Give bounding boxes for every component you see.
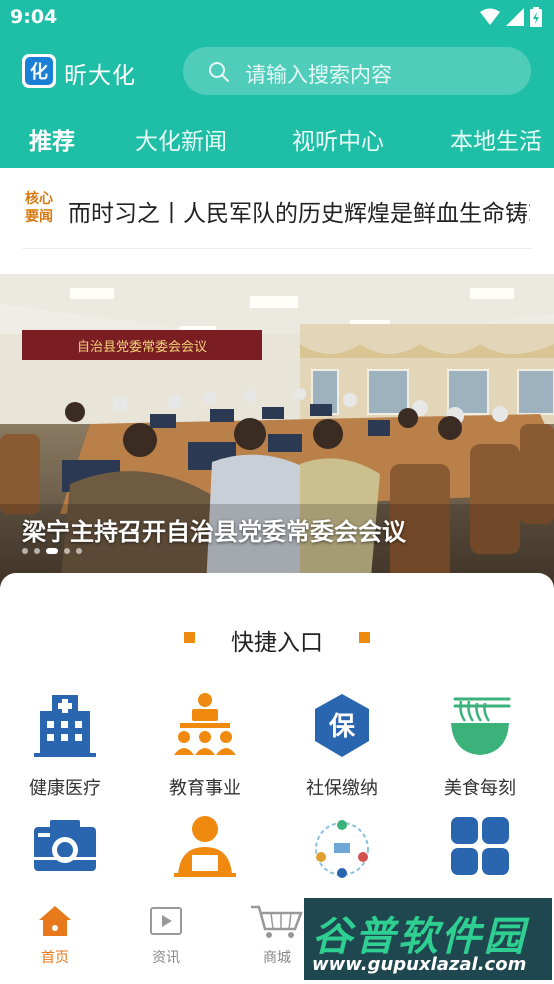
app-logo[interactable]: 化 bbox=[22, 54, 56, 88]
carousel-dot[interactable] bbox=[76, 548, 82, 554]
channel-tabs: 推荐 大化新闻 视听中心 本地生活 bbox=[0, 116, 554, 160]
watermark-url: www.gupuxlazal.com bbox=[312, 954, 527, 975]
meeting-room-sign: 自治县党委常委会会议 bbox=[77, 340, 207, 355]
quick-entry-title: 快捷入口 bbox=[231, 630, 323, 656]
entry-label: 社保缴纳 bbox=[306, 778, 378, 799]
app-header: 化 昕大化 请输入搜索内容 bbox=[0, 42, 554, 100]
search-icon bbox=[209, 62, 229, 82]
search-placeholder: 请输入搜索内容 bbox=[245, 63, 392, 87]
core-news-headline[interactable]: 而时习之丨人民军队的历史辉煌是鲜血生命铸就的 bbox=[68, 194, 530, 228]
entry-health-medical[interactable]: 健康医疗 bbox=[5, 691, 125, 800]
nav-home[interactable]: 首页 bbox=[15, 903, 95, 967]
entry-education[interactable]: 教育事业 bbox=[145, 691, 265, 800]
status-bar: 9:04 bbox=[0, 0, 554, 36]
hospital-icon bbox=[34, 695, 96, 757]
title-decoration-square bbox=[359, 632, 370, 643]
apps-grid-icon bbox=[451, 817, 509, 875]
entry-food[interactable]: 美食每刻 bbox=[420, 691, 540, 800]
entry-social-security[interactable]: 保 社保缴纳 bbox=[282, 691, 402, 800]
app-logo-mark: 化 bbox=[25, 57, 53, 85]
carousel-dot-active[interactable] bbox=[46, 548, 58, 554]
entry-label: 美食每刻 bbox=[444, 778, 516, 799]
carousel-dot[interactable] bbox=[64, 548, 70, 554]
entry-label: 健康医疗 bbox=[29, 778, 101, 799]
social-security-icon: 保 bbox=[315, 694, 369, 757]
entry-service[interactable] bbox=[145, 813, 265, 896]
entry-camera[interactable] bbox=[5, 813, 125, 896]
app-title: 昕大化 bbox=[64, 63, 136, 89]
map-route-icon bbox=[315, 820, 369, 878]
education-icon bbox=[174, 693, 236, 755]
nav-label: 资讯 bbox=[152, 950, 180, 966]
svg-text:保: 保 bbox=[328, 712, 356, 742]
core-news-ticker[interactable]: 核心 要闻 而时习之丨人民军队的历史辉煌是鲜血生命铸就的 bbox=[0, 168, 554, 250]
carousel-dot[interactable] bbox=[34, 548, 40, 554]
service-person-icon bbox=[174, 816, 236, 877]
camera-icon bbox=[34, 820, 96, 871]
entry-map[interactable] bbox=[282, 813, 402, 896]
watermark-overlay: 谷普软件园 www.gupuxlazal.com bbox=[304, 898, 552, 980]
wifi-icon bbox=[480, 8, 500, 25]
tab-av-center[interactable]: 视听中心 bbox=[292, 122, 384, 156]
quick-entry-panel: 快捷入口 健康医疗 教育事业 保 社保缴纳 美食每刻 bbox=[0, 573, 554, 893]
banner-caption[interactable]: 梁宁主持召开自治县党委常委会会议 bbox=[22, 512, 406, 547]
divider bbox=[22, 248, 532, 249]
entry-apps[interactable] bbox=[420, 813, 540, 896]
battery-icon bbox=[530, 7, 542, 27]
cart-icon bbox=[251, 905, 303, 938]
tab-dahua-news[interactable]: 大化新闻 bbox=[135, 122, 227, 156]
signal-icon bbox=[506, 8, 524, 26]
carousel-dot[interactable] bbox=[22, 548, 28, 554]
tab-recommend[interactable]: 推荐 bbox=[29, 122, 75, 156]
tab-local-life[interactable]: 本地生活 bbox=[450, 122, 542, 156]
carousel-indicator bbox=[22, 548, 82, 554]
status-time: 9:04 bbox=[10, 6, 58, 28]
nav-news[interactable]: 资讯 bbox=[126, 903, 206, 967]
food-bowl-icon bbox=[451, 697, 511, 755]
nav-label: 首页 bbox=[41, 950, 69, 966]
core-news-tag: 核心 要闻 bbox=[25, 191, 53, 225]
banner-carousel[interactable]: 自治县党委常委会会议 梁宁主持召开自治县党委常委会会议 bbox=[0, 274, 554, 588]
entry-label: 教育事业 bbox=[169, 778, 241, 799]
home-icon bbox=[39, 906, 71, 936]
search-input[interactable]: 请输入搜索内容 bbox=[183, 47, 531, 95]
video-news-icon bbox=[150, 907, 182, 935]
